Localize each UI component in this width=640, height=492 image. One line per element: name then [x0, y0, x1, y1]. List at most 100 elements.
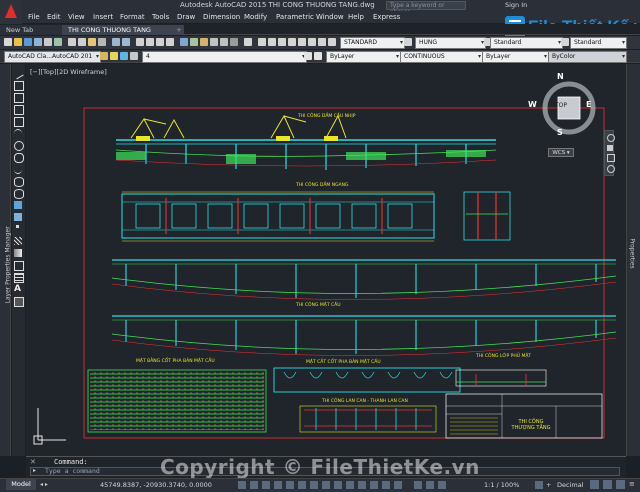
paste-icon[interactable] [88, 38, 96, 46]
polar-icon[interactable] [286, 481, 294, 489]
search-input[interactable]: Type a keyword or phrase [386, 1, 466, 16]
annotation-scale[interactable]: 1:1 / 100% [484, 481, 519, 489]
compass-south[interactable]: S [557, 128, 563, 137]
plot-icon[interactable] [44, 38, 52, 46]
linetype-select[interactable]: CONTINUOUS ▾ [400, 51, 483, 63]
snap-icon[interactable] [250, 481, 258, 489]
annotation-scale-icon[interactable] [414, 481, 422, 489]
cut-icon[interactable] [68, 38, 76, 46]
hatch-tool-icon[interactable] [14, 237, 22, 245]
grid-icon[interactable] [262, 481, 270, 489]
plotstyle-select[interactable]: ByColor ▾ [548, 51, 627, 63]
workspace-select[interactable]: AutoCAD Cla...AutoCAD 201 ▾ [4, 51, 101, 63]
layout-tabs-icon[interactable]: ◂ ▸ [40, 481, 48, 488]
save-as-icon[interactable] [34, 38, 42, 46]
menu-format[interactable]: Format [120, 13, 145, 21]
menu-insert[interactable]: Insert [93, 13, 113, 21]
arc-icon[interactable] [14, 129, 22, 138]
properties-label[interactable]: Properties [629, 219, 636, 289]
layer-lock-icon[interactable] [130, 52, 138, 60]
menu-parametric[interactable]: Parametric [276, 13, 314, 21]
menu-file[interactable]: File [28, 13, 40, 21]
navigation-bar[interactable] [604, 130, 615, 176]
menu-tools[interactable]: Tools [152, 13, 169, 21]
viewport-controls[interactable]: [−][Top][2D Wireframe] [30, 68, 107, 76]
compass-north[interactable]: N [557, 72, 564, 81]
workspace-switch-icon[interactable] [438, 481, 446, 489]
lineweight-select[interactable]: ByLayer ▾ [482, 51, 549, 63]
sheet-set-icon[interactable] [210, 38, 218, 46]
zoom-realtime-icon[interactable] [146, 38, 154, 46]
ellipse-arc-icon[interactable] [14, 189, 24, 199]
gradient-icon[interactable] [14, 249, 22, 257]
menu-express[interactable]: Express [373, 13, 400, 21]
layer-on-icon[interactable] [110, 52, 118, 60]
menu-edit[interactable]: Edit [47, 13, 61, 21]
leader-icon[interactable] [298, 38, 306, 46]
autocad-logo-icon[interactable] [0, 0, 22, 24]
isolate-objects-icon[interactable] [603, 480, 612, 489]
zoom-previous-icon[interactable] [166, 38, 174, 46]
polyline-icon[interactable] [14, 93, 24, 103]
hatch-icon[interactable] [318, 38, 326, 46]
menu-dimension[interactable]: Dimension [203, 13, 240, 21]
dim-style-select[interactable]: HUNG ▾ [415, 37, 486, 49]
orbit-nav-icon[interactable] [607, 165, 615, 173]
dim-icon[interactable] [268, 38, 276, 46]
region-tool-icon[interactable] [14, 261, 24, 271]
spline-icon[interactable] [14, 165, 22, 174]
cursor-coordinates[interactable]: 45749.8387, -20930.3740, 0.0000 [100, 481, 212, 489]
clean-screen-icon[interactable] [616, 480, 625, 489]
tool-palettes-icon[interactable] [200, 38, 208, 46]
pan-nav-icon[interactable] [607, 145, 613, 151]
ellipse-icon[interactable] [14, 177, 24, 187]
layer-properties-icon[interactable] [100, 52, 108, 60]
layer-properties-manager-label[interactable]: Layer Properties Manager [5, 204, 12, 303]
menu-draw[interactable]: Draw [177, 13, 195, 21]
block-icon[interactable] [308, 38, 316, 46]
osnap-icon[interactable] [298, 481, 306, 489]
circle-icon[interactable] [14, 141, 24, 151]
copy-icon[interactable] [78, 38, 86, 46]
ucs-menu[interactable]: WCS ▾ [548, 148, 574, 157]
add-selected-icon[interactable] [14, 297, 24, 307]
steering-wheel-icon[interactable] [607, 134, 615, 142]
redo-icon[interactable] [122, 38, 130, 46]
viewcube-icon[interactable] [534, 76, 604, 146]
text-style-icon[interactable] [258, 38, 266, 46]
construction-line-icon[interactable] [14, 81, 24, 91]
color-select[interactable]: ByLayer ▾ [326, 51, 401, 63]
plot-preview-icon[interactable] [54, 38, 62, 46]
make-block-icon[interactable] [14, 213, 22, 221]
match-properties-icon[interactable] [98, 38, 106, 46]
markup-icon[interactable] [220, 38, 228, 46]
sign-in-link[interactable]: Sign In [505, 1, 527, 9]
design-center-icon[interactable] [190, 38, 198, 46]
polygon-icon[interactable] [14, 105, 24, 115]
ducs-icon[interactable] [322, 481, 330, 489]
pan-icon[interactable] [136, 38, 144, 46]
otrack-icon[interactable] [310, 481, 318, 489]
multileader-style-icon[interactable] [561, 38, 569, 46]
menu-modify[interactable]: Modify [244, 13, 267, 21]
zoom-nav-icon[interactable] [607, 154, 615, 162]
quickcalc-icon[interactable] [230, 38, 238, 46]
menu-view[interactable]: View [68, 13, 85, 21]
mtext-icon[interactable] [288, 38, 296, 46]
compass-west[interactable]: W [528, 100, 537, 109]
annotation-monitor-icon[interactable] [394, 481, 402, 489]
save-icon[interactable] [24, 38, 32, 46]
properties-icon[interactable] [180, 38, 188, 46]
region-icon[interactable] [328, 38, 336, 46]
text-style-select[interactable]: STANDARD ▾ [340, 37, 405, 49]
insert-block-icon[interactable] [14, 201, 22, 209]
make-current-layer-icon[interactable] [304, 52, 312, 60]
hardware-acceleration-icon[interactable] [590, 480, 599, 489]
table-style-select[interactable]: Standard ▾ [490, 37, 563, 49]
open-icon[interactable] [14, 38, 22, 46]
plus-icon[interactable]: + [546, 481, 551, 489]
tab-drawing[interactable]: THI CONG THUONG TANG [62, 25, 184, 35]
help-icon[interactable] [244, 38, 252, 46]
new-icon[interactable] [4, 38, 12, 46]
zoom-window-icon[interactable] [156, 38, 164, 46]
